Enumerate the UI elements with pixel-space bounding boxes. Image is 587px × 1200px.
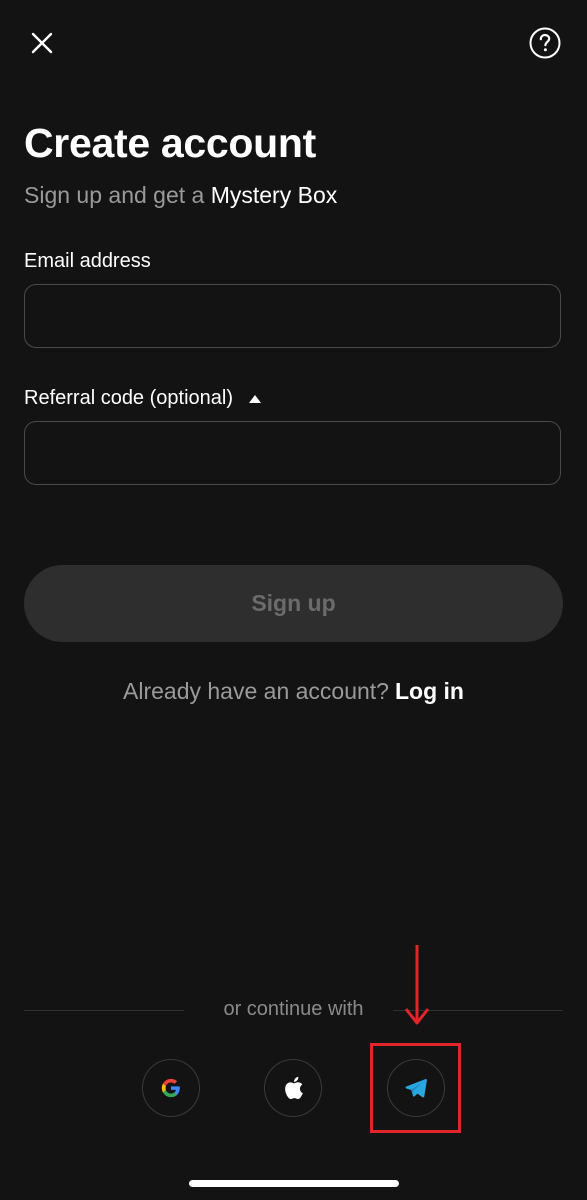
close-button[interactable] xyxy=(24,25,60,61)
email-field[interactable] xyxy=(24,284,561,348)
sign-up-button[interactable]: Sign up xyxy=(24,565,563,642)
page-subtitle: Sign up and get a Mystery Box xyxy=(24,182,337,209)
email-label: Email address xyxy=(24,250,151,272)
referral-code-field[interactable] xyxy=(24,421,561,485)
subtitle-highlight: Mystery Box xyxy=(210,182,338,208)
caret-up-icon xyxy=(249,394,261,403)
subtitle-prefix: Sign up and get a xyxy=(24,182,205,208)
apple-login-button[interactable] xyxy=(264,1059,322,1117)
apple-icon xyxy=(285,1076,303,1100)
signup-screen: Create account Sign up and get a Mystery… xyxy=(0,0,587,1200)
close-icon xyxy=(31,32,53,54)
page-title: Create account xyxy=(24,120,317,166)
help-button[interactable] xyxy=(527,25,563,61)
google-icon xyxy=(161,1078,180,1098)
login-prompt-text: Already have an account? xyxy=(123,678,389,704)
log-in-link[interactable]: Log in xyxy=(395,678,464,704)
help-icon xyxy=(529,27,561,59)
red-highlight-annotation xyxy=(370,1043,461,1133)
red-arrow-annotation xyxy=(404,945,430,1025)
google-login-button[interactable] xyxy=(142,1059,200,1117)
home-indicator[interactable] xyxy=(189,1180,399,1187)
referral-label: Referral code (optional) xyxy=(24,387,233,409)
login-prompt: Already have an account? Log in xyxy=(0,678,587,705)
social-divider: or continue with xyxy=(24,998,563,1022)
referral-toggle[interactable]: Referral code (optional) xyxy=(24,387,261,410)
